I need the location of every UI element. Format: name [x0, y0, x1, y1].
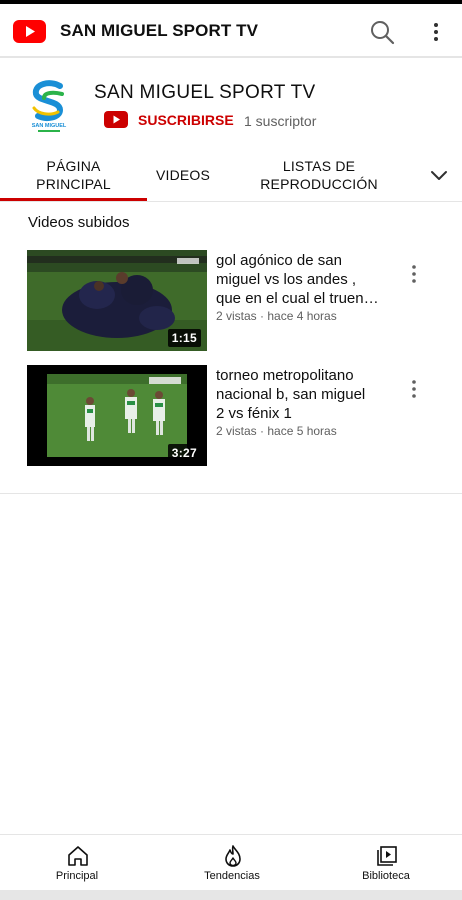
- more-vert-icon[interactable]: [424, 18, 448, 46]
- nav-label: Tendencias: [204, 870, 260, 882]
- app-bar-title: SAN MIGUEL SPORT TV: [60, 21, 259, 40]
- nav-item-biblioteca[interactable]: Biblioteca: [331, 835, 441, 891]
- search-icon[interactable]: [368, 18, 396, 46]
- video-thumbnail[interactable]: 1:15: [27, 250, 207, 351]
- video-duration: 3:27: [167, 444, 201, 462]
- video-list-item[interactable]: 1:15 gol agónico de san miguel vs los an…: [0, 250, 462, 356]
- youtube-logo-icon[interactable]: [13, 20, 46, 43]
- video-title-line: miguel vs los andes ,: [216, 271, 357, 288]
- channel-tabs: PÁGINA PRINCIPAL VIDEOS LISTAS DE REPROD…: [0, 148, 462, 202]
- nav-label: Principal: [55, 870, 99, 882]
- video-title[interactable]: gol agónico de san miguel vs los andes ,…: [216, 251, 396, 308]
- nav-item-tendencias[interactable]: Tendencias: [177, 835, 287, 891]
- video-meta: 2 vistas · hace 5 horas: [216, 424, 337, 438]
- chevron-down-icon[interactable]: [428, 164, 450, 186]
- youtube-subscribe-icon[interactable]: [104, 111, 128, 128]
- bottom-nav: Principal Tendencias Biblioteca: [0, 834, 462, 890]
- video-title-line: que en el cual el truen…: [216, 290, 379, 307]
- video-title-line: nacional b, san miguel: [216, 386, 366, 403]
- tab-home[interactable]: PÁGINA PRINCIPAL: [0, 148, 147, 202]
- nav-label: Biblioteca: [362, 870, 410, 882]
- video-duration: 1:15: [167, 329, 201, 347]
- content-divider: [0, 493, 462, 494]
- video-title-line: 2 vs fénix 1: [216, 405, 292, 422]
- tab-home-label-line2: PRINCIPAL: [36, 176, 111, 192]
- channel-avatar[interactable]: SAN MIGUEL: [20, 78, 78, 136]
- video-list-item[interactable]: 3:27 torneo metropolitano nacional b, sa…: [0, 365, 462, 471]
- video-thumbnail[interactable]: 3:27: [27, 365, 207, 466]
- tab-home-label-line1: PÁGINA: [46, 158, 101, 174]
- video-title-line: gol agónico de san: [216, 252, 342, 269]
- nav-item-principal[interactable]: Principal: [22, 835, 132, 891]
- home-icon: [68, 846, 88, 866]
- flame-icon: [225, 845, 241, 867]
- active-tab-indicator: [0, 198, 147, 201]
- tab-videos-label: VIDEOS: [155, 167, 211, 183]
- app-bar: SAN MIGUEL SPORT TV: [0, 4, 462, 58]
- video-title[interactable]: torneo metropolitano nacional b, san mig…: [216, 366, 396, 423]
- video-title-line: torneo metropolitano: [216, 367, 354, 384]
- system-gesture-bar: [0, 890, 462, 900]
- video-more-icon[interactable]: [404, 377, 424, 401]
- subscriber-count: 1 suscriptor: [244, 113, 317, 129]
- tab-videos[interactable]: VIDEOS: [147, 148, 219, 202]
- section-title: Videos subidos: [28, 214, 130, 231]
- channel-header: SAN MIGUEL SAN MIGUEL SPORT TV SUSCRIBIR…: [0, 60, 462, 146]
- tab-playlists-label-line1: LISTAS DE: [282, 158, 356, 174]
- tab-playlists[interactable]: LISTAS DE REPRODUCCIÓN: [226, 148, 412, 202]
- tab-playlists-label-line2: REPRODUCCIÓN: [260, 176, 378, 192]
- library-icon: [377, 846, 397, 866]
- channel-name: SAN MIGUEL SPORT TV: [94, 82, 316, 103]
- subscribe-button[interactable]: SUSCRIBIRSE: [138, 112, 234, 128]
- svg-text:SAN MIGUEL: SAN MIGUEL: [32, 123, 67, 129]
- video-more-icon[interactable]: [404, 262, 424, 286]
- video-meta: 2 vistas · hace 4 horas: [216, 309, 337, 323]
